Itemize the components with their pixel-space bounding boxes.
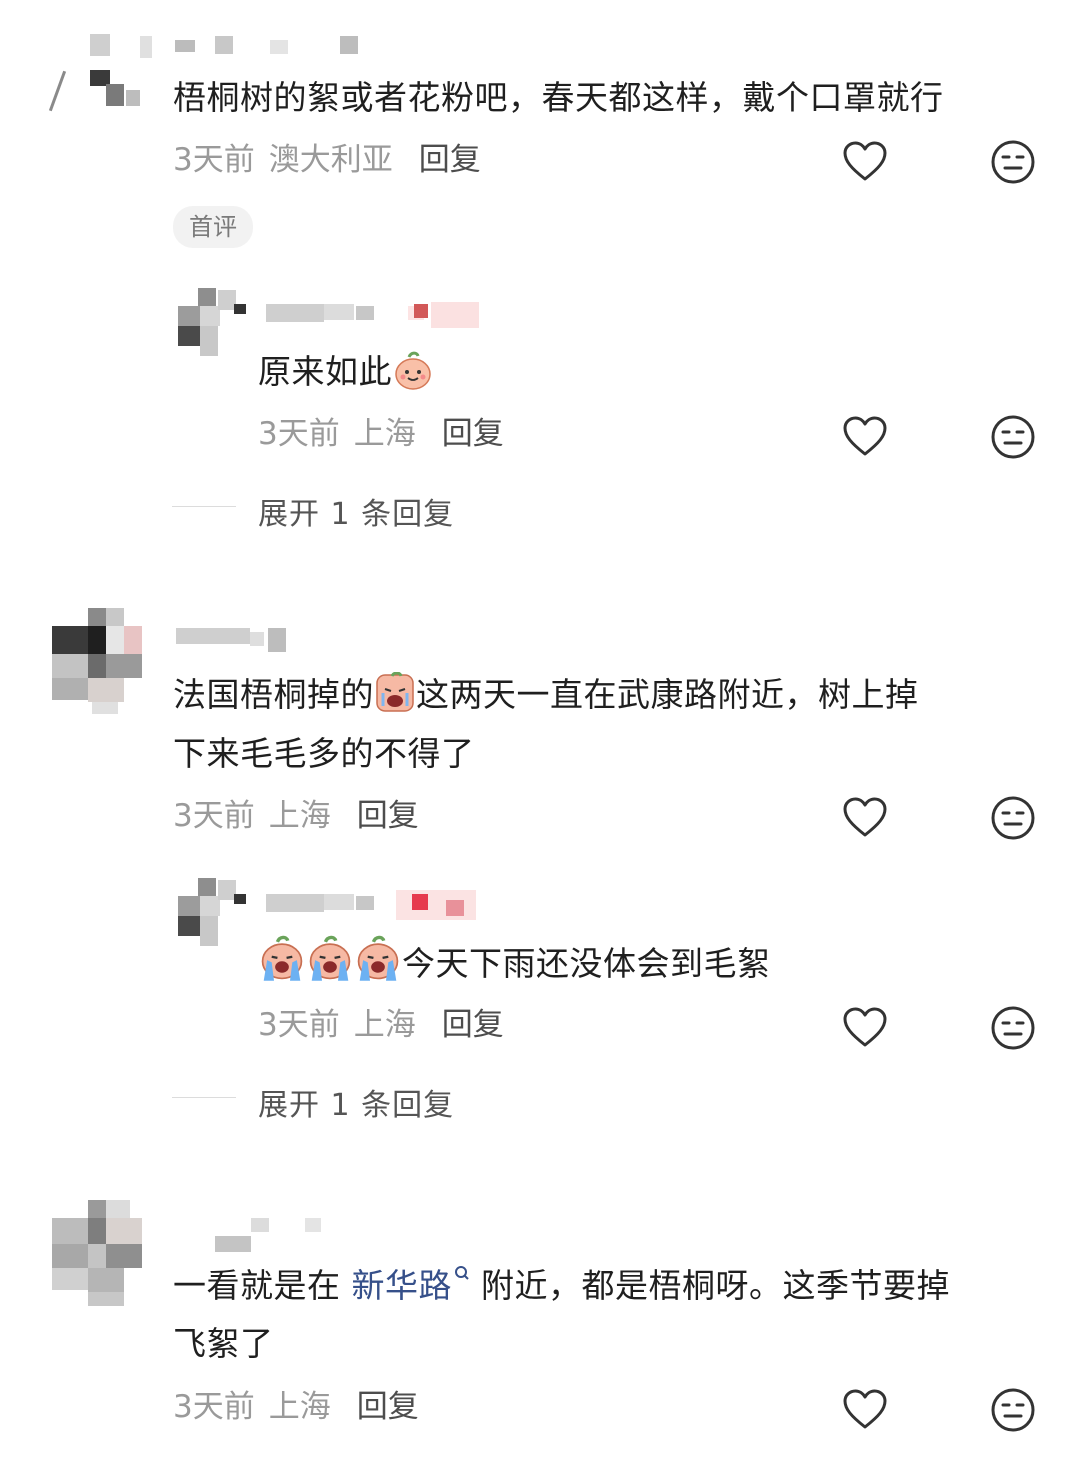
comment-time: 3天前: [173, 142, 255, 178]
username[interactable]: [176, 628, 291, 654]
avatar[interactable]: [48, 30, 152, 112]
reply-meta: 3天前 上海 回复: [258, 1005, 504, 1045]
sobbing-peach-emoji: [357, 935, 399, 981]
heart-outline-icon[interactable]: [841, 413, 889, 461]
sobbing-peach-emoji: [309, 935, 351, 981]
comment-location: 上海: [268, 798, 331, 834]
comment-location: 澳大利亚: [268, 142, 393, 178]
reply-button[interactable]: 回复: [357, 1389, 419, 1425]
comment-meta: 3天前 上海 回复: [173, 796, 419, 836]
divider: [172, 1097, 236, 1098]
neutral-face-icon[interactable]: [989, 794, 1037, 842]
comment-text: 一看就是在 新华路 附近，都是梧桐呀。这季节要掉: [173, 1265, 950, 1305]
username[interactable]: [175, 36, 365, 58]
reply-time: 3天前: [258, 416, 340, 452]
reply-button[interactable]: 回复: [419, 142, 481, 178]
sobbing-peach-emoji: [261, 935, 303, 981]
reply-time: 3天前: [258, 1007, 340, 1043]
avatar[interactable]: [178, 878, 250, 948]
comment-text-line2: 飞絮了: [173, 1324, 274, 1363]
divider: [172, 506, 236, 507]
heart-outline-icon[interactable]: [841, 794, 889, 842]
comment-time: 3天前: [173, 798, 255, 834]
username[interactable]: [266, 296, 486, 336]
comment-location: 上海: [268, 1389, 331, 1425]
username[interactable]: [215, 1218, 325, 1254]
comment-text: 法国梧桐掉的 这两天一直在武康路附近，树上掉: [173, 667, 919, 723]
neutral-face-icon[interactable]: [989, 138, 1037, 186]
expand-replies-button[interactable]: 展开 1 条回复: [258, 489, 454, 533]
reply-location: 上海: [353, 416, 416, 452]
avatar[interactable]: [178, 288, 250, 358]
comment-text: 梧桐树的絮或者花粉吧，春天都这样，戴个口罩就行: [173, 78, 944, 117]
username[interactable]: [266, 886, 486, 926]
comment-time: 3天前: [173, 1389, 255, 1425]
reply-button[interactable]: 回复: [442, 1007, 504, 1043]
smiling-peach-emoji: [395, 351, 431, 390]
reply-text: 原来如此: [258, 344, 434, 400]
reply-text: 今天下雨还没体会到毛絮: [258, 935, 771, 992]
crying-peach-emoji: [376, 672, 414, 712]
neutral-face-icon[interactable]: [989, 1004, 1037, 1052]
search-small-icon[interactable]: [454, 1265, 470, 1281]
comment-meta: 3天前 澳大利亚 回复: [173, 140, 481, 180]
reply-meta: 3天前 上海 回复: [258, 414, 504, 454]
heart-outline-icon[interactable]: [841, 138, 889, 186]
heart-outline-icon[interactable]: [841, 1386, 889, 1434]
comment-meta: 3天前 上海 回复: [173, 1387, 419, 1427]
comment-text-line2: 下来毛毛多的不得了: [173, 734, 475, 773]
expand-replies-button[interactable]: 展开 1 条回复: [258, 1080, 454, 1124]
location-link[interactable]: 新华路: [352, 1266, 453, 1305]
first-comment-badge: 首评: [173, 206, 253, 248]
neutral-face-icon[interactable]: [989, 1386, 1037, 1434]
reply-button[interactable]: 回复: [357, 798, 419, 834]
reply-location: 上海: [353, 1007, 416, 1043]
neutral-face-icon[interactable]: [989, 413, 1037, 461]
avatar[interactable]: [52, 608, 144, 716]
heart-outline-icon[interactable]: [841, 1004, 889, 1052]
avatar[interactable]: [52, 1200, 144, 1308]
reply-button[interactable]: 回复: [442, 416, 504, 452]
